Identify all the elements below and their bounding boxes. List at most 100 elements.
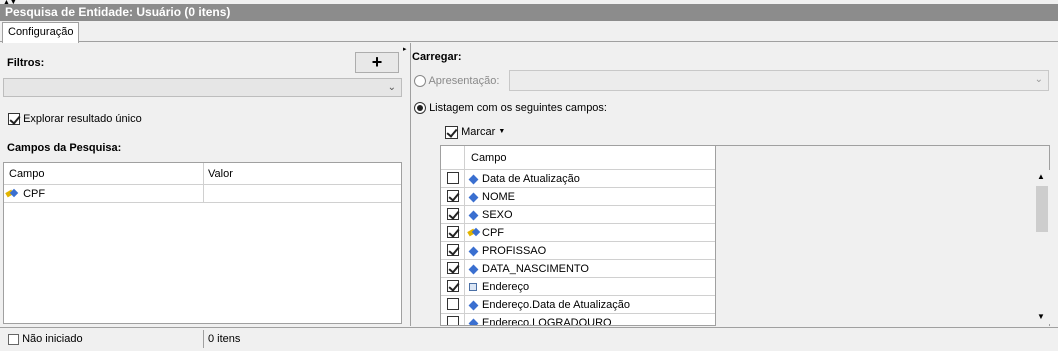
field-icon [468,264,479,275]
row-field-label: CPF [23,188,46,200]
row-checkbox[interactable] [446,316,459,325]
key-icon [468,228,482,238]
row-label-cell: NOME [466,188,515,206]
row-label: Endereço.LOGRADOURO [482,317,612,326]
row-label: PROFISSAO [482,245,547,257]
scrollbar-thumb[interactable] [1036,186,1048,232]
row-label: NOME [482,191,515,203]
row-checkbox[interactable] [446,280,459,293]
row-label: Endereço [482,281,530,293]
table-row[interactable]: CPF [441,224,715,242]
mark-checkbox[interactable] [445,125,458,139]
row-label: Endereço.Data de Atualização [482,299,630,311]
listing-radio[interactable] [414,102,426,115]
entity-icon [469,283,477,292]
status-state-label: Não iniciado [22,333,83,345]
row-label-cell: Endereço.LOGRADOURO [466,314,612,326]
row-check-cell [441,296,465,314]
field-icon [468,318,479,325]
scroll-up-icon[interactable]: ▲ [1037,172,1045,181]
row-checkbox[interactable] [446,226,459,239]
tab-strip [0,21,1058,42]
field-icon [468,300,479,311]
grid-header: Campo Valor [4,163,401,185]
explore-single-option[interactable]: Explorar resultado único [8,112,142,126]
status-divider [203,330,204,348]
column-divider [203,185,204,203]
table-row[interactable]: Endereço.LOGRADOURO [441,314,715,326]
row-check-cell [441,260,465,278]
row-checkbox[interactable] [446,172,459,185]
filter-combo[interactable]: ⌄ [3,78,402,97]
key-icon [6,189,20,199]
row-label: Data de Atualização [482,173,580,185]
search-fields-grid[interactable]: Campo Valor CPF [3,162,402,324]
filters-label: Filtros: [7,57,45,69]
status-checkbox [8,333,19,345]
explore-single-checkbox[interactable] [8,113,20,126]
table-row[interactable]: CPF [4,185,401,203]
row-label-cell: CPF [466,224,504,242]
listing-option[interactable]: Listagem com os seguintes campos: [414,101,607,115]
table-row[interactable]: Endereço [441,278,715,296]
row-check-cell [441,278,465,296]
chevron-down-icon[interactable]: ⌄ [1035,74,1043,85]
row-checkbox[interactable] [446,190,459,203]
row-check-cell [441,314,465,325]
column-header-valor[interactable]: Valor [203,163,233,185]
splitter-arrow-icon[interactable]: ▸ [403,46,407,54]
table-row[interactable]: Endereço.Data de Atualização [441,296,715,314]
row-checkbox[interactable] [446,262,459,275]
explore-single-label: Explorar resultado único [23,113,142,125]
column-header-campo[interactable]: Campo [4,163,44,185]
row-checkbox[interactable] [446,208,459,221]
mark-menu[interactable]: Marcar ▼ [445,124,505,140]
presentation-option[interactable]: Apresentação: [414,74,499,88]
mark-label: Marcar [461,126,496,138]
row-label-cell: Data de Atualização [466,170,580,188]
status-bar [0,327,1058,351]
row-label-cell: SEXO [466,206,513,224]
row-check-cell [441,170,465,188]
grid-header: Campo [441,146,715,170]
row-field-cell[interactable]: CPF [4,185,45,203]
row-checkbox[interactable] [446,244,459,257]
row-check-cell [441,242,465,260]
chevron-down-icon[interactable]: ⌄ [388,82,396,93]
dropdown-arrow-icon[interactable]: ▼ [498,128,505,135]
row-label: SEXO [482,209,513,221]
field-icon [468,210,479,221]
search-fields-label: Campos da Pesquisa: [7,142,122,154]
status-state: Não iniciado [8,332,83,346]
table-row[interactable]: Data de Atualização [441,170,715,188]
table-row[interactable]: PROFISSAO [441,242,715,260]
table-row[interactable]: SEXO [441,206,715,224]
add-filter-button[interactable]: + [355,52,399,73]
row-label: DATA_NASCIMENTO [482,263,589,275]
listing-label: Listagem com os seguintes campos: [429,102,607,114]
row-label-cell: Endereço.Data de Atualização [466,296,630,314]
presentation-label: Apresentação: [428,75,500,87]
scroll-down-icon[interactable]: ▼ [1037,312,1045,321]
row-checkbox[interactable] [446,298,459,311]
load-label: Carregar: [412,51,462,63]
row-check-cell [441,188,465,206]
table-row[interactable]: DATA_NASCIMENTO [441,260,715,278]
field-icon [468,174,479,185]
field-icon [468,192,479,203]
grid-empty-area [716,145,1050,326]
field-icon [468,246,479,257]
row-label-cell: PROFISSAO [466,242,546,260]
row-check-cell [441,206,465,224]
table-row[interactable]: NOME [441,188,715,206]
presentation-radio[interactable] [414,75,426,88]
row-label-cell: DATA_NASCIMENTO [466,260,589,278]
column-header-campo[interactable]: Campo [466,146,506,170]
window-title: Pesquisa de Entidade: Usuário (0 itens) [0,4,1058,21]
listing-fields-grid[interactable]: Campo Data de Atualização NOME SEXO CPF … [440,145,716,326]
presentation-combo[interactable]: ⌄ [509,70,1049,91]
tab-configuracao[interactable]: Configuração [2,22,80,43]
row-label-cell: Endereço [466,278,529,296]
row-check-cell [441,224,465,242]
status-count: 0 itens [208,333,241,345]
